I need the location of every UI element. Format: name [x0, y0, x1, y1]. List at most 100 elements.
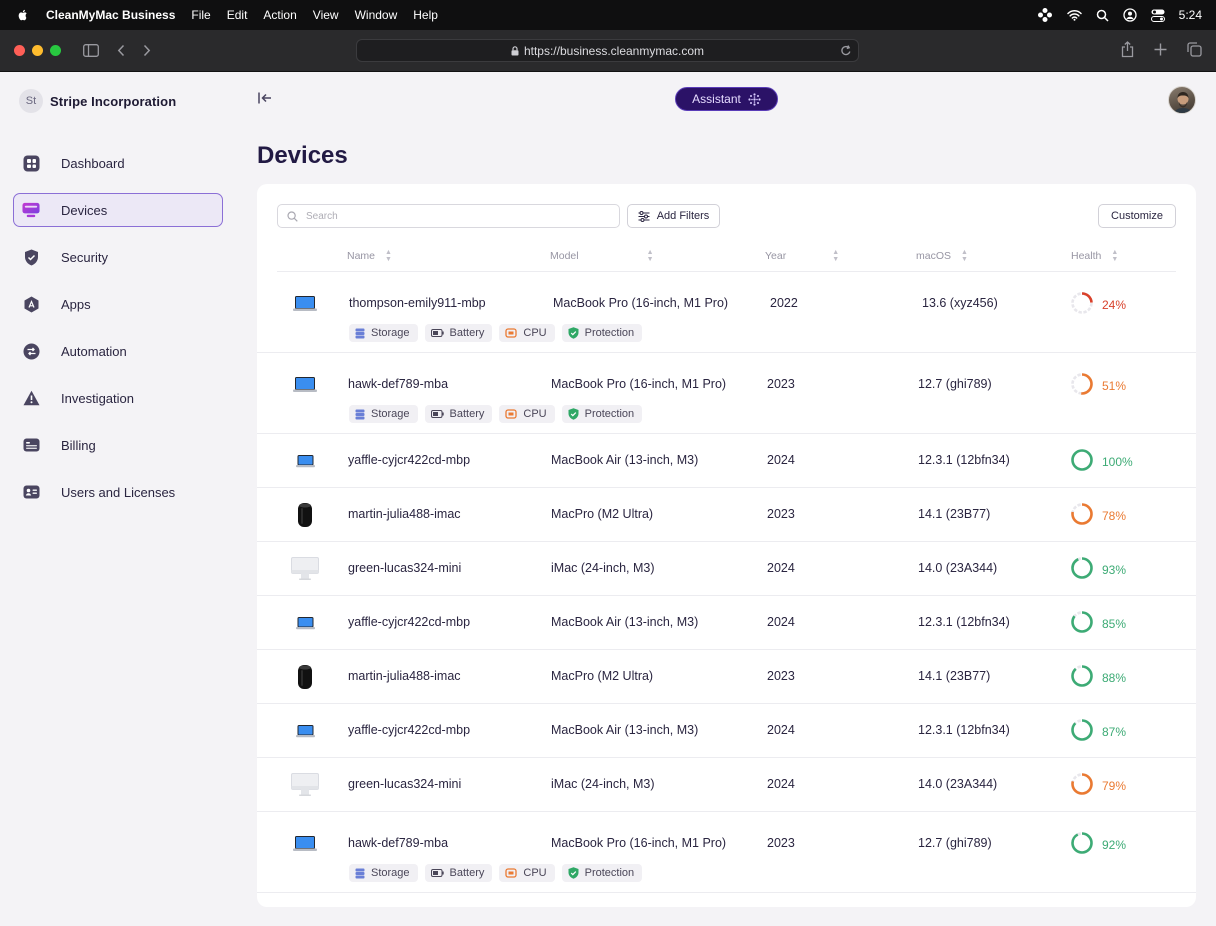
column-model[interactable]: Model ▲ ▼ [550, 249, 654, 263]
assistant-button[interactable]: Assistant [675, 87, 778, 111]
address-bar[interactable]: https://business.cleanmymac.com [356, 39, 859, 62]
tag-storage[interactable]: Storage [349, 864, 418, 882]
table-row[interactable]: martin-julia488-imac MacPro (M2 Ultra) 202… [257, 650, 1196, 704]
table-row[interactable]: thompson-emily911-mbp MacBook Pro (16-inc… [257, 272, 1196, 353]
new-tab-plus-icon[interactable] [1154, 43, 1167, 56]
device-macos: 12.7 (ghi789) [918, 377, 992, 391]
share-icon[interactable] [1121, 41, 1134, 58]
tag-cpu[interactable]: CPU [499, 405, 555, 423]
menu-help[interactable]: Help [413, 8, 438, 22]
device-name[interactable]: green-lucas324-mini [348, 561, 461, 575]
device-name[interactable]: hawk-def789-mba [348, 836, 448, 850]
device-name[interactable]: thompson-emily911-mbp [349, 296, 486, 310]
column-macos[interactable]: macOS ▲ ▼ [916, 249, 968, 263]
sidebar-item-devices[interactable]: Devices [13, 193, 223, 227]
column-name[interactable]: Name ▲ ▼ [347, 249, 392, 263]
search-field[interactable] [277, 204, 620, 228]
table-row[interactable]: hawk-def789-mba MacBook Pro (16-inch, M1 … [257, 812, 1196, 893]
cleanmymac-menu-icon[interactable] [1037, 7, 1053, 23]
reload-icon[interactable] [840, 44, 852, 57]
sidebar-toggle-icon[interactable] [83, 44, 99, 57]
sidebar-item-investigation[interactable]: Investigation [13, 381, 223, 415]
tag-storage[interactable]: Storage [349, 324, 418, 342]
back-chevron-icon[interactable] [117, 44, 125, 57]
zoom-window-button[interactable] [50, 45, 61, 56]
apple-icon[interactable] [16, 8, 30, 22]
column-label: macOS [916, 250, 952, 262]
tag-protection[interactable]: Protection [561, 405, 643, 423]
sidebar-item-billing[interactable]: Billing [13, 428, 223, 462]
tag-protection[interactable]: Protection [561, 324, 643, 342]
menu-edit[interactable]: Edit [227, 8, 248, 22]
macbook-air-icon [290, 604, 320, 642]
menu-file[interactable]: File [191, 8, 210, 22]
table-row[interactable]: martin-julia488-imac MacPro (M2 Ultra) 202… [257, 488, 1196, 542]
protection-shield-icon [568, 327, 579, 339]
tag-cpu[interactable]: CPU [499, 864, 555, 882]
tab-overview-icon[interactable] [1187, 42, 1202, 57]
column-health[interactable]: Health ▲ ▼ [1071, 249, 1118, 263]
device-name[interactable]: hawk-def789-mba [348, 377, 448, 391]
tag-battery[interactable]: Battery [424, 864, 493, 882]
sidebar-item-dashboard[interactable]: Dashboard [13, 146, 223, 180]
tag-label: Protection [584, 327, 635, 339]
customize-label: Customize [1111, 210, 1163, 222]
spotlight-search-icon[interactable] [1096, 9, 1109, 22]
health-indicator: 24% [1070, 291, 1126, 318]
assistant-label: Assistant [692, 92, 741, 106]
column-year[interactable]: Year ▲ ▼ [765, 249, 839, 263]
health-percent: 85% [1102, 616, 1127, 631]
collapse-sidebar-icon[interactable] [258, 92, 272, 104]
tag-label: Protection [584, 867, 635, 879]
user-account-icon[interactable] [1122, 8, 1137, 22]
table-row[interactable]: green-lucas324-mini iMac (24-inch, M3) 202… [257, 758, 1196, 812]
user-avatar[interactable] [1168, 86, 1196, 114]
tag-cpu[interactable]: CPU [499, 324, 555, 342]
wifi-icon[interactable] [1066, 9, 1082, 21]
app-name-menu[interactable]: CleanMyMac Business [46, 8, 175, 22]
device-name[interactable]: green-lucas324-mini [348, 777, 461, 791]
health-ring-icon [1070, 556, 1094, 583]
health-ring-icon [1070, 718, 1094, 745]
device-year: 2024 [767, 453, 795, 467]
table-row[interactable]: hawk-def789-mba MacBook Pro (16-inch, M1 … [257, 353, 1196, 434]
sidebar-item-security[interactable]: Security [13, 240, 223, 274]
minimize-window-button[interactable] [32, 45, 43, 56]
protection-shield-icon [568, 867, 579, 879]
menu-view[interactable]: View [313, 8, 339, 22]
add-filters-button[interactable]: Add Filters [627, 204, 720, 228]
devices-icon [22, 201, 40, 219]
tag-protection[interactable]: Protection [561, 864, 643, 882]
menu-window[interactable]: Window [355, 8, 398, 22]
tag-storage[interactable]: Storage [349, 405, 418, 423]
device-model: MacBook Air (13-inch, M3) [551, 723, 699, 737]
table-row[interactable]: yaffle-cyjcr422cd-mbp MacBook Air (13-inc… [257, 596, 1196, 650]
sidebar-item-automation[interactable]: Automation [13, 334, 223, 368]
device-name[interactable]: yaffle-cyjcr422cd-mbp [348, 453, 470, 467]
customize-button[interactable]: Customize [1098, 204, 1176, 228]
forward-chevron-icon[interactable] [143, 44, 151, 57]
device-name[interactable]: martin-julia488-imac [348, 669, 461, 683]
table-row[interactable]: yaffle-cyjcr422cd-mbp MacBook Air (13-inc… [257, 434, 1196, 488]
tag-label: Battery [449, 408, 485, 420]
storage-icon [355, 328, 365, 339]
org-switcher[interactable]: St Stripe Incorporation [19, 89, 176, 113]
table-row[interactable]: yaffle-cyjcr422cd-mbp MacBook Air (13-inc… [257, 704, 1196, 758]
device-name[interactable]: martin-julia488-imac [348, 507, 461, 521]
search-input[interactable] [306, 210, 606, 222]
cpu-icon [505, 328, 518, 338]
device-name[interactable]: yaffle-cyjcr422cd-mbp [348, 615, 470, 629]
device-name[interactable]: yaffle-cyjcr422cd-mbp [348, 723, 470, 737]
battery-icon [430, 410, 444, 418]
device-year: 2022 [770, 296, 798, 310]
tag-battery[interactable]: Battery [424, 405, 493, 423]
sidebar-item-users-and-licenses[interactable]: Users and Licenses [13, 475, 223, 509]
device-macos: 14.0 (23A344) [918, 561, 998, 575]
tag-battery[interactable]: Battery [424, 324, 493, 342]
close-window-button[interactable] [14, 45, 25, 56]
table-row[interactable]: green-lucas324-mini iMac (24-inch, M3) 202… [257, 542, 1196, 596]
add-filters-label: Add Filters [656, 210, 710, 222]
menu-action[interactable]: Action [263, 8, 296, 22]
sidebar-item-apps[interactable]: Apps [13, 287, 223, 321]
control-center-icon[interactable] [1150, 9, 1165, 22]
